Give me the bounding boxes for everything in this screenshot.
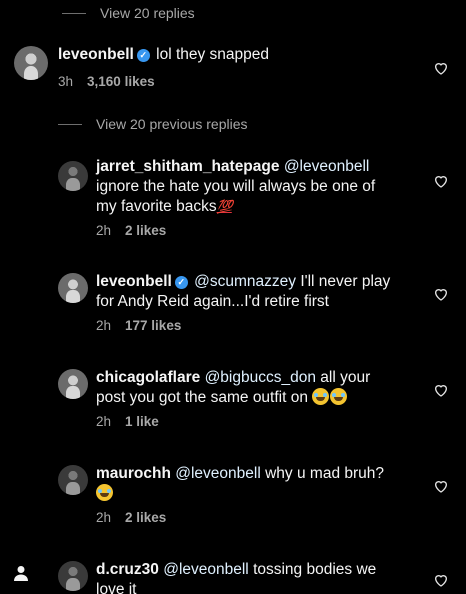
mention-link[interactable]: @leveonbell — [163, 561, 249, 578]
comment-username[interactable]: maurochh — [96, 465, 171, 482]
view-replies-link[interactable]: View 20 replies — [62, 5, 195, 21]
comment-likes[interactable]: 1 like — [125, 414, 159, 429]
comment-username[interactable]: chicagolaflare — [96, 369, 200, 386]
verified-badge-icon: ✓ — [136, 49, 150, 62]
heart-outline-icon[interactable] — [433, 572, 449, 588]
comment-line: for Andy Reid again...I'd retire first — [96, 293, 329, 310]
mention-link[interactable]: @scumnazzey — [194, 273, 296, 290]
heart-outline-icon[interactable] — [433, 286, 449, 302]
comment-line: why u mad bruh? — [265, 465, 385, 482]
comment-line: all your — [320, 369, 371, 386]
comment-time: 3h — [58, 74, 74, 89]
comment-line: tossing bodies we — [253, 561, 377, 578]
hundred-points-emoji: 💯 — [216, 199, 233, 214]
avatar[interactable] — [58, 561, 88, 591]
face-with-tears-of-joy-icon — [330, 388, 348, 405]
comment-text: leveonbell ✓ lol they snapped — [58, 45, 269, 65]
view-replies-label: View 20 replies — [100, 5, 195, 21]
loudly-crying-face-icon — [96, 484, 113, 501]
thread-line — [62, 12, 86, 14]
avatar[interactable] — [14, 46, 48, 80]
heart-outline-icon[interactable] — [433, 382, 449, 398]
comment-line: post you got the same outfit on — [96, 389, 308, 406]
avatar[interactable] — [58, 465, 88, 495]
comment-meta: 2h 177 likes — [96, 318, 181, 333]
view-previous-replies-label: View 20 previous replies — [96, 116, 248, 132]
heart-outline-icon[interactable] — [433, 60, 449, 76]
comment-time: 2h — [96, 318, 112, 333]
heart-outline-icon[interactable] — [433, 173, 449, 189]
view-previous-replies-link[interactable]: View 20 previous replies — [58, 116, 248, 132]
avatar[interactable] — [58, 161, 88, 191]
face-with-tears-of-joy-icon — [312, 388, 330, 405]
comment-meta: 2h 1 like — [96, 414, 159, 429]
mention-link[interactable]: @bigbuccs_don — [205, 369, 316, 386]
heart-outline-icon[interactable] — [433, 478, 449, 494]
comment-text: d.cruz30 @leveonbell tossing bodies we l… — [96, 560, 376, 594]
comment-meta: 2h 2 likes — [96, 223, 166, 238]
comment-likes[interactable]: 177 likes — [125, 318, 181, 333]
comment-line: ignore the hate you will always be one o… — [96, 178, 376, 195]
comment-text: leveonbell ✓ @scumnazzey I'll never play … — [96, 272, 390, 312]
comment-likes[interactable]: 3,160 likes — [87, 74, 155, 89]
comment-time: 2h — [96, 510, 112, 525]
mention-link[interactable]: @leveonbell — [175, 465, 261, 482]
comment-meta: 2h 2 likes — [96, 510, 166, 525]
comment-username[interactable]: jarret_shitham_hatepage — [96, 158, 280, 175]
verified-badge-icon: ✓ — [174, 276, 188, 289]
comment-line: my favorite backs — [96, 198, 217, 215]
comment-username[interactable]: leveonbell — [96, 273, 172, 290]
comment-line: I'll never play — [300, 273, 391, 290]
thread-line — [58, 123, 82, 125]
comment-text: chicagolaflare @bigbuccs_don all your po… — [96, 368, 370, 408]
comment-text: jarret_shitham_hatepage @leveonbell igno… — [96, 157, 375, 217]
mention-link[interactable]: @leveonbell — [284, 158, 370, 175]
comment-username[interactable]: d.cruz30 — [96, 561, 159, 578]
comment-username[interactable]: leveonbell — [58, 46, 134, 63]
comment-text: maurochh @leveonbell why u mad bruh? — [96, 464, 384, 504]
profile-icon[interactable] — [14, 565, 28, 581]
comment-time: 2h — [96, 223, 112, 238]
comment-line: love it — [96, 581, 137, 594]
comment-time: 2h — [96, 414, 112, 429]
avatar[interactable] — [58, 369, 88, 399]
avatar[interactable] — [58, 273, 88, 303]
comment-meta: 3h 3,160 likes — [58, 74, 155, 89]
comment-likes[interactable]: 2 likes — [125, 510, 166, 525]
comment-likes[interactable]: 2 likes — [125, 223, 166, 238]
comment-body: lol they snapped — [156, 46, 270, 63]
